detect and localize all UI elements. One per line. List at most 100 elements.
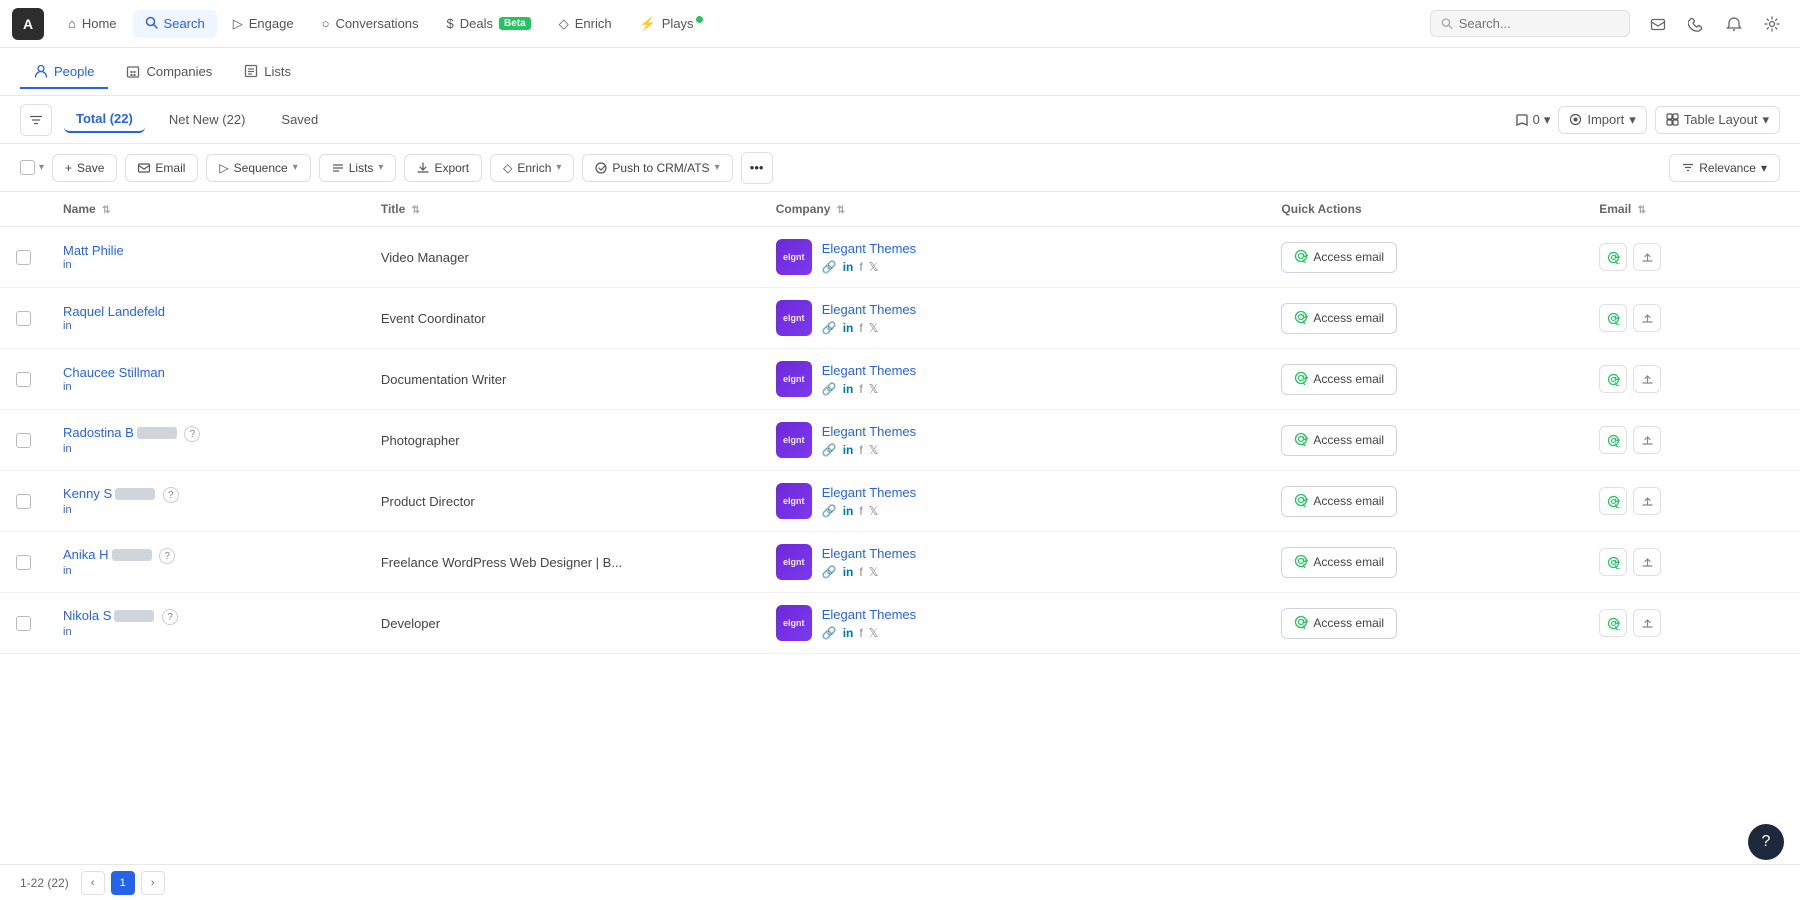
- import-button[interactable]: Import ▾: [1558, 106, 1646, 134]
- access-email-button-3[interactable]: Access email: [1281, 364, 1397, 395]
- person-linkedin-3[interactable]: in: [63, 381, 349, 393]
- person-name-4[interactable]: Radostina B ?: [63, 425, 200, 440]
- blur-info-icon[interactable]: ?: [159, 548, 175, 564]
- company-name-7[interactable]: Elegant Themes: [822, 607, 916, 622]
- company-facebook-icon[interactable]: f: [859, 443, 862, 457]
- name-sort-icon[interactable]: ⇅: [102, 205, 110, 216]
- notifications-button[interactable]: [1718, 8, 1750, 40]
- row-checkbox-1[interactable]: [16, 250, 31, 265]
- company-logo-3[interactable]: elgnt: [776, 361, 812, 397]
- person-linkedin-7[interactable]: in: [63, 626, 349, 638]
- email-action-btn-5[interactable]: [1599, 487, 1627, 515]
- person-linkedin-1[interactable]: in: [63, 259, 349, 271]
- person-name-1[interactable]: Matt Philie: [63, 243, 124, 258]
- company-facebook-icon[interactable]: f: [859, 260, 862, 274]
- company-twitter-icon[interactable]: 𝕏: [869, 382, 879, 396]
- th-name[interactable]: Name ⇅: [47, 192, 365, 227]
- company-linkedin-icon[interactable]: in: [843, 260, 854, 274]
- row-checkbox-7[interactable]: [16, 616, 31, 631]
- sequence-button[interactable]: ▷ Sequence ▾: [206, 154, 310, 182]
- email-button[interactable]: Email: [125, 154, 198, 182]
- row-checkbox-2[interactable]: [16, 311, 31, 326]
- more-actions-button[interactable]: •••: [741, 152, 773, 184]
- relevance-sort-button[interactable]: Relevance ▾: [1669, 154, 1780, 182]
- upload-action-btn-1[interactable]: [1633, 243, 1661, 271]
- help-bubble[interactable]: ?: [1748, 824, 1784, 860]
- company-facebook-icon[interactable]: f: [859, 382, 862, 396]
- table-layout-button[interactable]: Table Layout ▾: [1655, 106, 1780, 134]
- person-name-5[interactable]: Kenny S ?: [63, 486, 179, 501]
- upload-action-btn-2[interactable]: [1633, 304, 1661, 332]
- email-action-btn-1[interactable]: [1599, 243, 1627, 271]
- inbox-button[interactable]: [1642, 8, 1674, 40]
- company-name-5[interactable]: Elegant Themes: [822, 485, 916, 500]
- company-logo-4[interactable]: elgnt: [776, 422, 812, 458]
- th-title[interactable]: Title ⇅: [365, 192, 760, 227]
- company-link-icon[interactable]: 🔗: [822, 260, 837, 274]
- email-action-btn-4[interactable]: [1599, 426, 1627, 454]
- upload-action-btn-4[interactable]: [1633, 426, 1661, 454]
- select-all-checkbox[interactable]: [20, 160, 35, 175]
- person-linkedin-6[interactable]: in: [63, 565, 349, 577]
- row-checkbox-3[interactable]: [16, 372, 31, 387]
- company-facebook-icon[interactable]: f: [859, 565, 862, 579]
- settings-button[interactable]: [1756, 8, 1788, 40]
- company-linkedin-icon[interactable]: in: [843, 443, 854, 457]
- company-link-icon[interactable]: 🔗: [822, 504, 837, 518]
- company-twitter-icon[interactable]: 𝕏: [869, 443, 879, 457]
- company-name-4[interactable]: Elegant Themes: [822, 424, 916, 439]
- company-logo-6[interactable]: elgnt: [776, 544, 812, 580]
- company-name-6[interactable]: Elegant Themes: [822, 546, 916, 561]
- next-page-button[interactable]: ›: [141, 871, 165, 895]
- person-name-2[interactable]: Raquel Landefeld: [63, 304, 165, 319]
- company-logo-5[interactable]: elgnt: [776, 483, 812, 519]
- company-logo-1[interactable]: elgnt: [776, 239, 812, 275]
- email-sort-icon[interactable]: ⇅: [1638, 205, 1646, 216]
- person-linkedin-2[interactable]: in: [63, 320, 349, 332]
- page-1-button[interactable]: 1: [111, 871, 135, 895]
- company-twitter-icon[interactable]: 𝕏: [869, 321, 879, 335]
- row-checkbox-5[interactable]: [16, 494, 31, 509]
- saved-count-badge[interactable]: 0 ▾: [1515, 112, 1551, 128]
- global-search-box[interactable]: [1430, 10, 1630, 37]
- nav-item-enrich[interactable]: ◇ Enrich: [547, 10, 624, 38]
- person-name-6[interactable]: Anika H ?: [63, 547, 175, 562]
- upload-action-btn-5[interactable]: [1633, 487, 1661, 515]
- select-all-checkbox-wrap[interactable]: ▾: [20, 160, 44, 175]
- email-action-btn-2[interactable]: [1599, 304, 1627, 332]
- save-button[interactable]: + Save: [52, 154, 117, 182]
- person-name-3[interactable]: Chaucee Stillman: [63, 365, 165, 380]
- company-facebook-icon[interactable]: f: [859, 626, 862, 640]
- filter-toggle-button[interactable]: [20, 104, 52, 136]
- email-action-btn-3[interactable]: [1599, 365, 1627, 393]
- company-twitter-icon[interactable]: 𝕏: [869, 260, 879, 274]
- push-crm-button[interactable]: Push to CRM/ATS ▾: [582, 154, 732, 182]
- company-twitter-icon[interactable]: 𝕏: [869, 565, 879, 579]
- nav-item-plays[interactable]: ⚡ Plays: [628, 10, 715, 38]
- company-link-icon[interactable]: 🔗: [822, 626, 837, 640]
- company-facebook-icon[interactable]: f: [859, 504, 862, 518]
- blur-info-icon[interactable]: ?: [163, 487, 179, 503]
- company-linkedin-icon[interactable]: in: [843, 504, 854, 518]
- email-action-btn-6[interactable]: [1599, 548, 1627, 576]
- company-link-icon[interactable]: 🔗: [822, 443, 837, 457]
- app-logo[interactable]: A: [12, 8, 44, 40]
- blur-info-icon[interactable]: ?: [184, 426, 200, 442]
- company-logo-2[interactable]: elgnt: [776, 300, 812, 336]
- company-sort-icon[interactable]: ⇅: [837, 205, 845, 216]
- tab-saved[interactable]: Saved: [269, 107, 330, 132]
- sub-nav-companies[interactable]: Companies: [112, 56, 226, 89]
- tab-net-new[interactable]: Net New (22): [157, 107, 258, 132]
- global-search-input[interactable]: [1459, 16, 1619, 31]
- company-twitter-icon[interactable]: 𝕏: [869, 626, 879, 640]
- company-twitter-icon[interactable]: 𝕏: [869, 504, 879, 518]
- nav-item-engage[interactable]: ▷ Engage: [221, 10, 306, 38]
- company-linkedin-icon[interactable]: in: [843, 382, 854, 396]
- sub-nav-lists[interactable]: Lists: [230, 56, 305, 89]
- nav-item-deals[interactable]: $ Deals Beta: [435, 10, 543, 37]
- enrich-button[interactable]: ◇ Enrich ▾: [490, 154, 574, 182]
- sub-nav-people[interactable]: People: [20, 56, 108, 89]
- access-email-button-1[interactable]: Access email: [1281, 242, 1397, 273]
- company-link-icon[interactable]: 🔗: [822, 382, 837, 396]
- person-linkedin-5[interactable]: in: [63, 504, 349, 516]
